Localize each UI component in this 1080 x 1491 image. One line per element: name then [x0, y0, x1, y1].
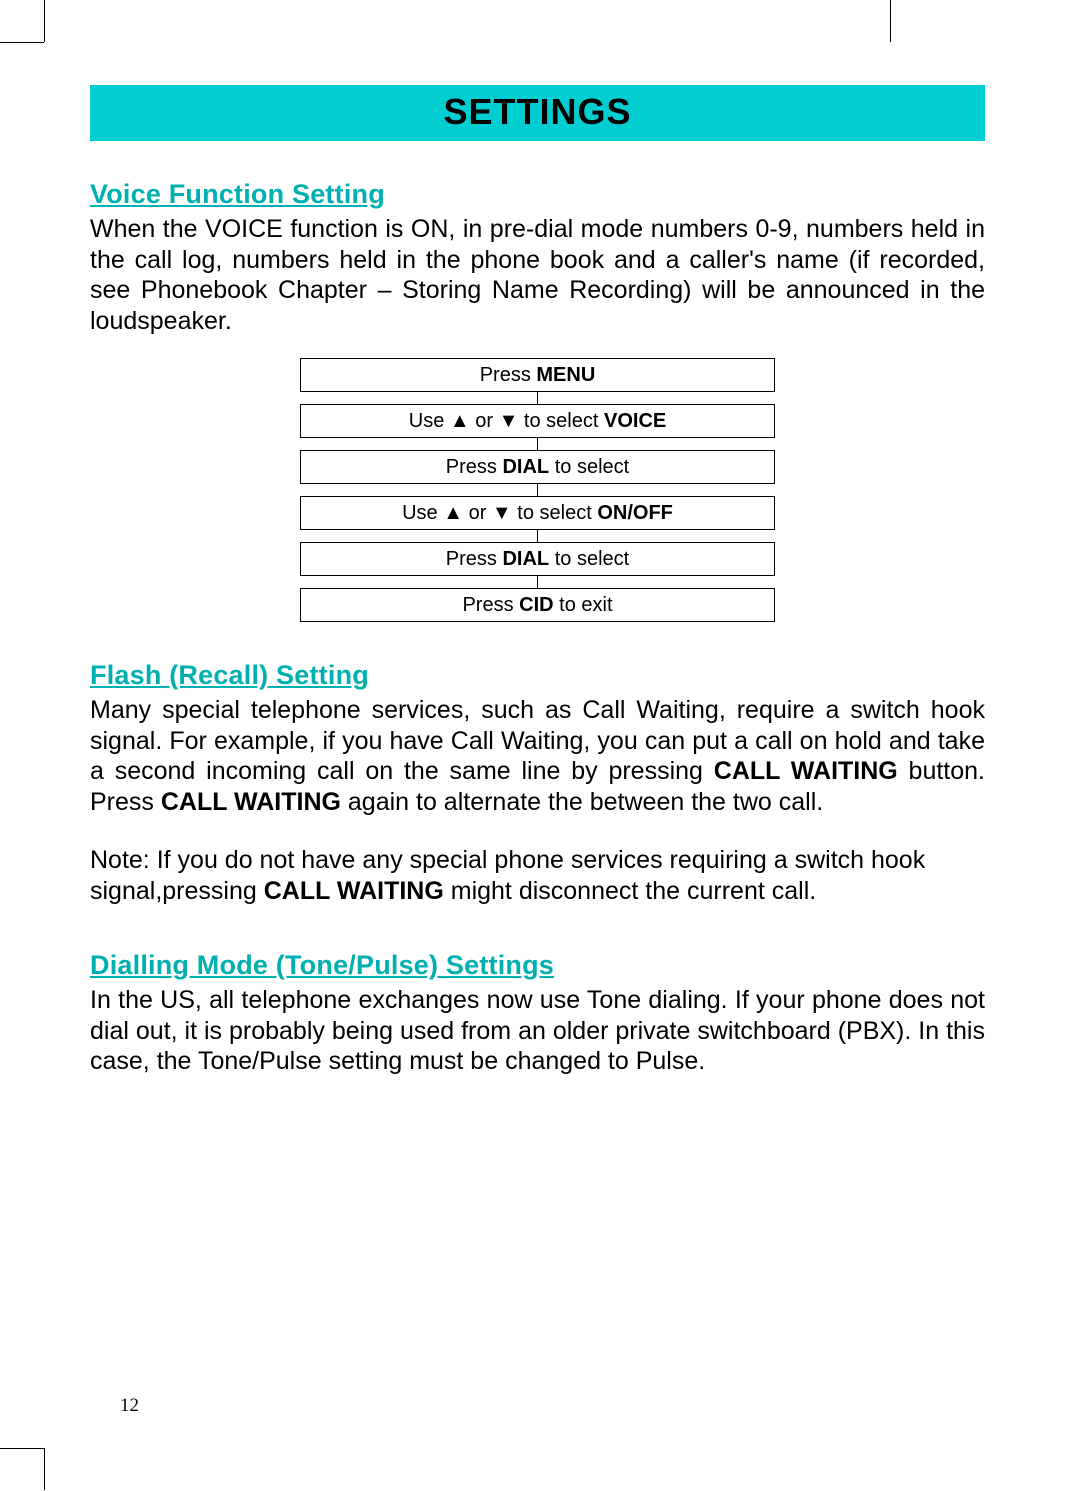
connector — [537, 576, 538, 588]
dialling-paragraph: In the US, all telephone exchanges now u… — [90, 985, 985, 1077]
heading-voice-function: Voice Function Setting — [90, 179, 985, 210]
connector — [537, 438, 538, 450]
crop-mark — [0, 42, 44, 43]
spacer — [90, 817, 985, 845]
text-bold: CALL WAITING — [264, 877, 444, 905]
step-bold: CID — [519, 594, 553, 616]
step-2: Use ▲ or ▼ to select VOICE — [300, 404, 775, 438]
banner-title: SETTINGS — [443, 91, 631, 132]
step-bold: ON/OFF — [597, 502, 673, 524]
step-text: to select — [549, 548, 629, 570]
step-5: Press DIAL to select — [300, 542, 775, 576]
step-bold: DIAL — [502, 548, 549, 570]
step-text: Press — [462, 594, 519, 616]
text-run: might disconnect the current call. — [444, 877, 816, 905]
flash-paragraph-1: Many special telephone services, such as… — [90, 695, 985, 817]
step-text: to exit — [554, 594, 613, 616]
crop-mark — [44, 0, 45, 42]
flash-paragraph-2: Note: If you do not have any special pho… — [90, 845, 985, 906]
connector — [537, 530, 538, 542]
step-bold: MENU — [536, 364, 595, 386]
text-bold: CALL WAITING — [714, 757, 898, 785]
step-1: Press MENU — [300, 358, 775, 392]
manual-page: SETTINGS Voice Function Setting When the… — [0, 0, 1080, 1491]
step-text: Press — [446, 456, 503, 478]
crop-mark — [890, 0, 891, 42]
page-number: 12 — [120, 1395, 139, 1417]
step-4: Use ▲ or ▼ to select ON/OFF — [300, 496, 775, 530]
text-run: again to alternate the between the two c… — [341, 788, 823, 816]
heading-flash-recall: Flash (Recall) Setting — [90, 660, 985, 691]
step-text: Press — [480, 364, 537, 386]
connector — [537, 392, 538, 404]
content-area: SETTINGS Voice Function Setting When the… — [90, 85, 985, 1077]
step-text: Use ▲ or ▼ to select — [409, 410, 604, 432]
crop-mark — [44, 1448, 45, 1490]
section-banner: SETTINGS — [90, 85, 985, 141]
step-6: Press CID to exit — [300, 588, 775, 622]
step-bold: DIAL — [502, 456, 549, 478]
step-text: Use ▲ or ▼ to select — [402, 502, 597, 524]
step-3: Press DIAL to select — [300, 450, 775, 484]
step-text: Press — [446, 548, 503, 570]
voice-paragraph: When the VOICE function is ON, in pre-di… — [90, 214, 985, 336]
text-bold: CALL WAITING — [161, 788, 341, 816]
voice-steps-flow: Press MENU Use ▲ or ▼ to select VOICE Pr… — [300, 358, 775, 622]
step-text: to select — [549, 456, 629, 478]
crop-mark — [0, 1448, 44, 1449]
connector — [537, 484, 538, 496]
heading-dialling-mode: Dialling Mode (Tone/Pulse) Settings — [90, 950, 985, 981]
step-bold: VOICE — [604, 410, 666, 432]
